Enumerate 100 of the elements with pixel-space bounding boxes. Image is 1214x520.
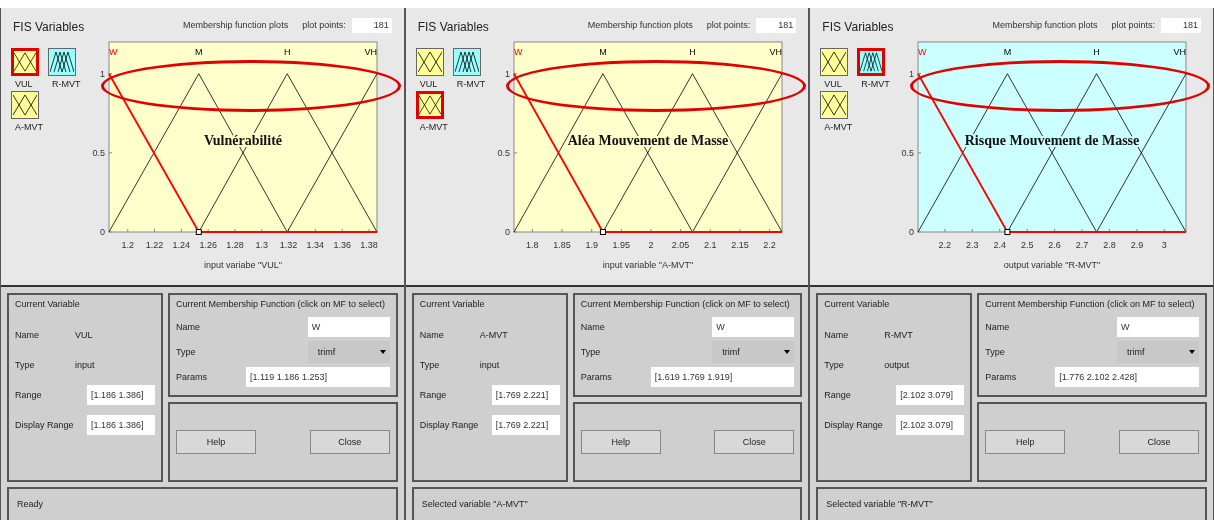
x-tick-label: 2.7 xyxy=(1076,240,1089,250)
mf-label: H xyxy=(1093,47,1101,57)
plot-title: Vulnérabilité xyxy=(204,132,282,148)
field-label: Type xyxy=(985,347,1006,357)
mf-label: VH xyxy=(769,47,782,57)
plot-title: Risque Mouvement de Masse xyxy=(965,132,1140,148)
x-tick-label: 1.26 xyxy=(199,240,217,250)
plot-heading: Membership function plots xyxy=(992,20,1098,30)
x-tick-label: 1.85 xyxy=(552,240,571,250)
field-value: output xyxy=(884,360,910,370)
field-label: Name xyxy=(419,330,445,340)
section-label: FIS Variables xyxy=(13,20,86,34)
field-label: Display Range xyxy=(419,420,480,430)
x-tick-label: 2.15 xyxy=(730,240,749,250)
field-label: Name xyxy=(985,322,1011,332)
x-tick-label: 1.22 xyxy=(145,240,164,250)
section-label: FIS Variables xyxy=(417,20,490,34)
x-tick-label: 1.36 xyxy=(333,240,351,250)
y-tick-label: 0 xyxy=(504,227,510,237)
mf-label: M xyxy=(1004,47,1012,57)
mf-label: H xyxy=(688,47,696,57)
x-tick-label: 2 xyxy=(648,240,654,250)
y-tick-label: 1 xyxy=(504,68,510,79)
field-label: plot points: xyxy=(302,20,346,30)
group-title: Current Variable xyxy=(419,299,486,309)
x-tick-label: 3 xyxy=(1162,240,1168,250)
field-label: Range xyxy=(419,390,448,400)
y-tick-label: 0.5 xyxy=(901,147,915,158)
field-label: Range xyxy=(824,390,852,400)
field-label: Range xyxy=(15,390,43,400)
section-label: FIS Variables xyxy=(822,20,895,34)
group-title: Current Membership Function (click on MF to select) xyxy=(580,299,791,309)
field-label: Name xyxy=(176,322,201,332)
field-label: Type xyxy=(176,347,197,357)
mf-label: VH xyxy=(364,47,377,57)
mf-label: W xyxy=(918,47,927,57)
status-bar: Ready xyxy=(7,487,398,520)
variable-label: VUL xyxy=(419,79,438,89)
field-value: R-MVT xyxy=(884,330,913,340)
variable-label: R-MVT xyxy=(456,79,486,89)
field-label: Name xyxy=(580,322,606,332)
field-value: A-MVT xyxy=(479,330,508,340)
field-label: Type xyxy=(580,347,602,357)
field-label: Display Range xyxy=(15,420,75,430)
x-tick-label: 1.32 xyxy=(279,240,298,250)
x-tick-label: 2.5 xyxy=(1021,240,1034,250)
x-tick-label: 2.6 xyxy=(1048,240,1062,250)
y-tick-label: 0.5 xyxy=(92,147,105,158)
field-label: Type xyxy=(419,360,441,370)
axis-label: input variabe "VUL" xyxy=(204,260,282,270)
x-tick-label: 2.8 xyxy=(1103,240,1117,250)
x-tick-label: 2.4 xyxy=(993,240,1007,250)
plot-heading: Membership function plots xyxy=(183,20,289,30)
x-tick-label: 2.9 xyxy=(1131,240,1144,250)
x-tick-label: 2.3 xyxy=(966,240,979,250)
mf-label: W xyxy=(109,47,118,57)
variable-label: R-MVT xyxy=(861,79,890,89)
y-tick-label: 1 xyxy=(100,68,105,79)
x-tick-label: 1.38 xyxy=(360,240,378,250)
status-bar: Selected variable "A-MVT" xyxy=(411,487,803,520)
mf-label: W xyxy=(513,47,523,57)
mf-label: H xyxy=(283,47,291,57)
field-label: Params xyxy=(176,372,208,382)
x-tick-label: 1.2 xyxy=(121,240,134,250)
x-tick-label: 1.95 xyxy=(612,240,630,250)
variable-label: VUL xyxy=(15,79,33,89)
group-title: Current Membership Function (click on MF to select) xyxy=(176,299,387,309)
x-tick-label: 1.28 xyxy=(226,240,244,250)
field-value: input xyxy=(479,360,500,370)
field-label: Params xyxy=(985,372,1018,382)
field-label: Type xyxy=(15,360,36,370)
dropdown-value: trimf xyxy=(1127,347,1145,357)
group-title: Current Membership Function (click on MF to select) xyxy=(985,299,1196,309)
x-tick-label: 1.9 xyxy=(585,240,598,250)
dropdown-value: trimf xyxy=(317,347,336,357)
field-value: VUL xyxy=(75,330,93,340)
group-title: Current Variable xyxy=(824,299,891,309)
mf-label: VH xyxy=(1173,47,1187,57)
x-tick-label: 1.34 xyxy=(306,240,325,250)
variable-label: R-MVT xyxy=(52,79,81,89)
y-tick-label: 0 xyxy=(100,227,105,237)
x-tick-label: 2.1 xyxy=(703,240,717,250)
x-tick-label: 1.24 xyxy=(172,240,191,250)
mf-label: M xyxy=(598,47,607,57)
field-label: plot points: xyxy=(1111,20,1155,30)
mf-label: M xyxy=(195,47,203,57)
variable-label: A-MVT xyxy=(419,122,448,132)
axis-label: output variable "R-MVT" xyxy=(1004,260,1101,270)
x-tick-label: 1.8 xyxy=(525,240,539,250)
field-label: Name xyxy=(15,330,40,340)
y-tick-label: 1 xyxy=(909,68,915,79)
y-tick-label: 0 xyxy=(909,227,915,237)
field-label: Params xyxy=(580,372,613,382)
field-label: Type xyxy=(824,360,845,370)
x-tick-label: 2.2 xyxy=(762,240,776,250)
status-bar: Selected variable "R-MVT" xyxy=(816,487,1207,520)
field-label: Name xyxy=(824,330,850,340)
dropdown-value: trimf xyxy=(722,347,740,357)
field-value: input xyxy=(75,360,95,370)
variable-label: A-MVT xyxy=(15,122,43,132)
